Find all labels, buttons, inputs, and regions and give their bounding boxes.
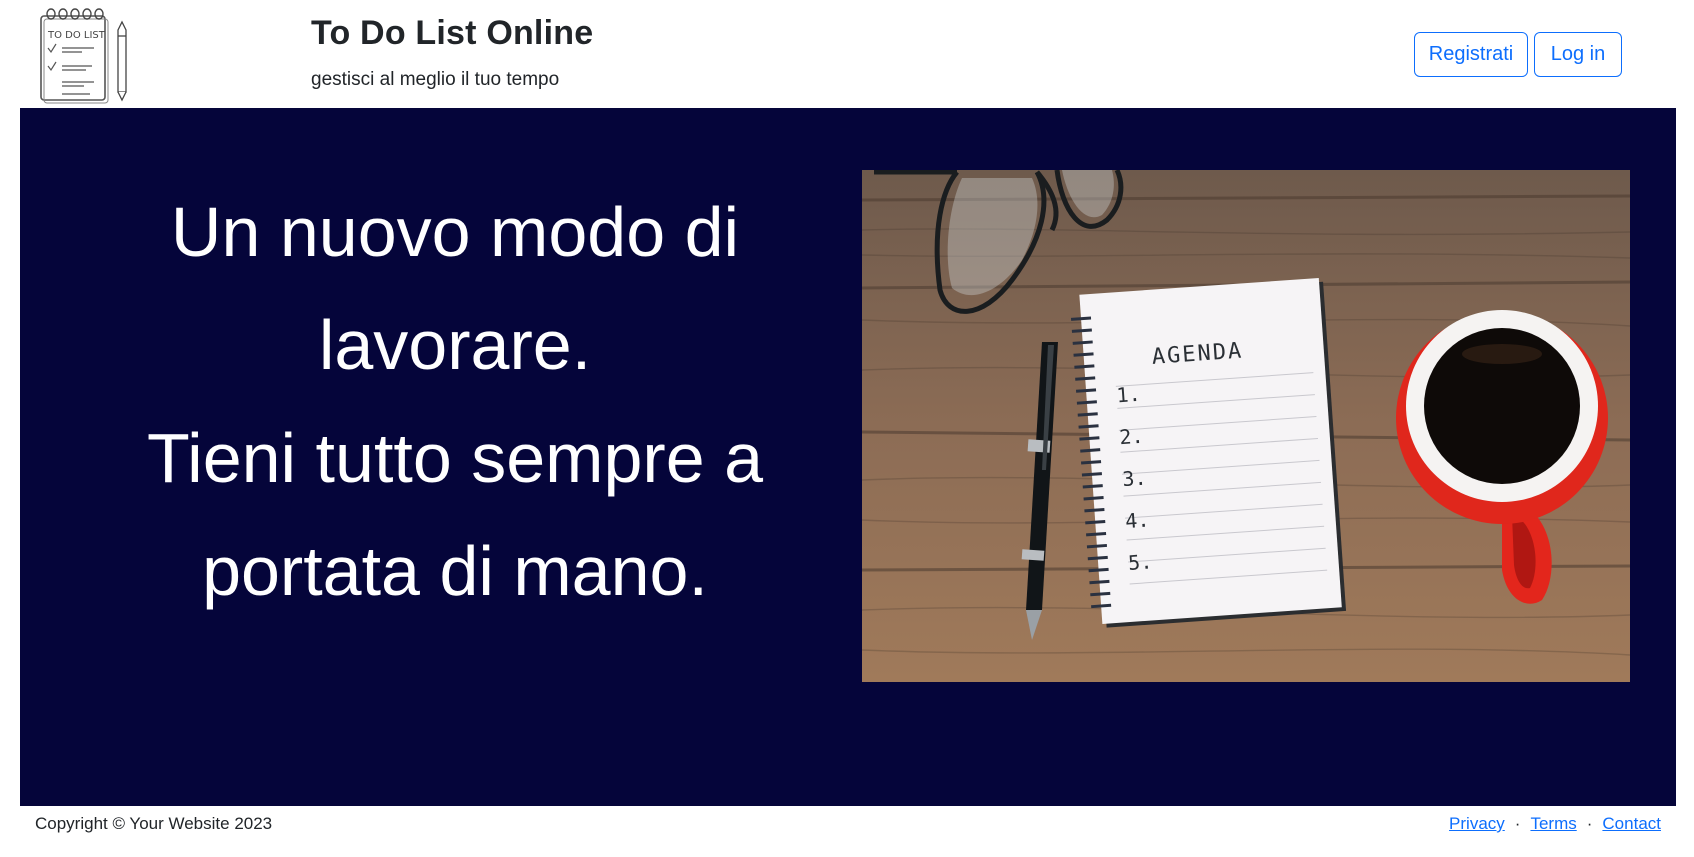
hero-image-agenda-desk: AGENDA 1. 2. 3. 4. 5. (862, 170, 1630, 682)
hero-section: Un nuovo modo di lavorare. Tieni tutto s… (20, 108, 1676, 806)
terms-link[interactable]: Terms (1530, 814, 1576, 834)
hero-line: lavorare. (318, 306, 592, 384)
svg-text:TO DO LIST: TO DO LIST (47, 30, 106, 41)
footer-links: Privacy · Terms · Contact (1449, 814, 1661, 834)
site-footer: Copyright © Your Website 2023 Privacy · … (20, 806, 1676, 846)
login-button[interactable]: Log in (1534, 32, 1622, 77)
svg-text:3.: 3. (1121, 466, 1147, 492)
footer-separator: · (1586, 814, 1593, 833)
svg-text:1.: 1. (1116, 382, 1142, 408)
svg-text:2.: 2. (1119, 424, 1145, 450)
site-subtitle: gestisci al meglio il tuo tempo (311, 69, 560, 90)
page: TO DO LIST To Do List Online gestisci al… (0, 0, 1694, 857)
site-title: To Do List Online (311, 14, 594, 52)
site-header: TO DO LIST To Do List Online gestisci al… (0, 0, 1694, 108)
svg-text:4.: 4. (1124, 507, 1150, 533)
notepad-pencil-icon: TO DO LIST (40, 8, 127, 104)
todo-list-logo: TO DO LIST (38, 6, 134, 104)
svg-text:5.: 5. (1127, 549, 1153, 575)
hero-line: Un nuovo modo di (170, 193, 740, 271)
register-button[interactable]: Registrati (1414, 32, 1528, 77)
hero-headline: Un nuovo modo di lavorare. Tieni tutto s… (80, 176, 830, 628)
contact-link[interactable]: Contact (1602, 814, 1661, 834)
hero-line: portata di mano. (202, 532, 708, 610)
privacy-link[interactable]: Privacy (1449, 814, 1505, 834)
footer-separator: · (1514, 814, 1521, 833)
copyright-text: Copyright © Your Website 2023 (35, 814, 273, 833)
hero-line: Tieni tutto sempre a (146, 419, 764, 497)
agenda-notebook: AGENDA 1. 2. 3. 4. 5. (1070, 278, 1347, 628)
